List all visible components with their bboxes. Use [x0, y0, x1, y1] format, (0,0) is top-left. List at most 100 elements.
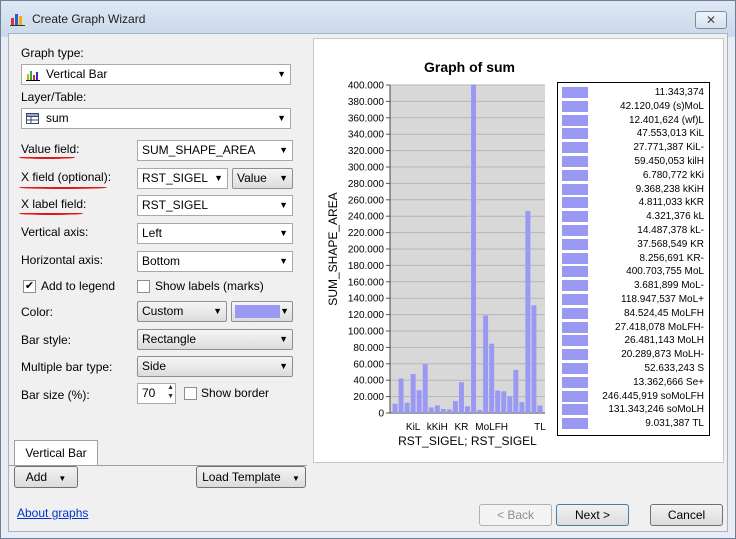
y-tick-label: 200.000	[348, 245, 385, 256]
layer-table-label: Layer/Table:	[21, 90, 87, 104]
legend-item: 27.418,078 MoLFH-	[562, 321, 704, 335]
red-underline-annotation	[19, 156, 75, 159]
vertical-axis-select[interactable]: Left ▼	[137, 223, 293, 244]
legend-label: 27.771,387 KiL-	[633, 142, 704, 154]
x-label-field-value: RST_SIGEL	[142, 198, 209, 212]
legend-item: 52.633,243 S	[562, 363, 704, 376]
layer-table-select[interactable]: sum ▼	[21, 108, 291, 129]
x-field-value: RST_SIGEL	[142, 171, 209, 185]
x-field-select[interactable]: RST_SIGEL ▼	[137, 168, 228, 189]
legend-label: 6.780,772 kKi	[642, 169, 704, 181]
load-template-label: Load Template	[202, 470, 281, 484]
show-labels-label: Show labels (marks)	[155, 279, 264, 293]
chevron-down-icon: ▼	[279, 200, 288, 210]
color-label: Color:	[21, 305, 54, 319]
x-field-mode-value: Value	[237, 171, 267, 185]
legend-swatch	[562, 156, 588, 167]
chart-bar	[452, 401, 458, 413]
graph-type-label: Graph type:	[21, 46, 84, 60]
legend-swatch	[562, 363, 588, 374]
chart-bar	[531, 305, 537, 413]
graph-type-value: Vertical Bar	[46, 67, 108, 81]
horizontal-axis-value: Bottom	[142, 254, 181, 268]
y-tick-label: 80.000	[353, 343, 384, 354]
bar-size-spinner[interactable]: 70 ▲ ▼	[137, 383, 176, 404]
legend-item: 11.343,374	[562, 87, 704, 100]
y-tick-label: 160.000	[348, 277, 385, 288]
x-field-mode-select[interactable]: Value ▼	[232, 168, 293, 189]
show-labels-checkbox[interactable]	[137, 280, 150, 293]
wizard-window: Create Graph Wizard ✕ Graph type: Vertic…	[0, 0, 736, 539]
legend-label: 8.256,691 KR-	[639, 252, 705, 264]
back-button[interactable]: < Back	[479, 504, 552, 526]
chart-bar	[398, 378, 404, 413]
graph-type-select[interactable]: Vertical Bar ▼	[21, 64, 291, 85]
chart-bar	[471, 84, 477, 413]
legend-item: 20.289,873 MoLH-	[562, 349, 704, 362]
color-select[interactable]: Custom ▼	[137, 301, 227, 322]
title-bar[interactable]: Create Graph Wizard ✕	[1, 1, 735, 37]
legend-swatch	[562, 114, 588, 126]
color-swatch-picker[interactable]: ▼	[231, 301, 293, 322]
legend-swatch	[562, 100, 588, 112]
legend-label: 11.343,374	[654, 87, 704, 98]
chart-bar	[465, 406, 470, 413]
multiple-bar-type-select[interactable]: Side ▼	[137, 356, 293, 377]
y-axis-title: SUM_SHAPE_AREA	[326, 192, 340, 305]
legend-item: 27.771,387 KiL-	[562, 142, 704, 155]
legend-swatch	[562, 197, 588, 209]
load-template-button[interactable]: Load Template ▼	[196, 466, 306, 488]
horizontal-axis-label: Horizontal axis:	[21, 253, 104, 267]
legend-swatch	[562, 321, 588, 333]
y-tick-label: 0	[378, 409, 384, 420]
add-to-legend-checkbox[interactable]: ✔	[23, 280, 36, 293]
legend-item: 400.703,755 MoL	[562, 266, 704, 279]
legend-swatch	[562, 238, 588, 250]
chart-bar	[434, 405, 440, 413]
graph-properties-panel: Graph type: Vertical Bar ▼ Layer/Table: …	[13, 38, 307, 440]
legend-item: 14.487,378 kL-	[562, 225, 704, 238]
x-axis-title: RST_SIGEL; RST_SIGEL	[398, 434, 537, 448]
legend-item: 9.031,387 TL	[562, 418, 704, 431]
chart-bar	[410, 374, 416, 413]
legend-label: 246.445,919 soMoLFH	[602, 390, 704, 402]
bar-size-value: 70	[142, 386, 156, 400]
chart-bar	[513, 369, 519, 413]
chevron-down-icon: ▼	[280, 306, 289, 316]
multiple-bar-type-label: Multiple bar type:	[21, 360, 113, 374]
horizontal-axis-select[interactable]: Bottom ▼	[137, 251, 293, 272]
close-button[interactable]: ✕	[695, 11, 727, 29]
chart-bar	[525, 210, 531, 413]
chevron-down-icon: ▼	[279, 256, 288, 266]
legend-swatch	[562, 335, 588, 347]
legend-swatch	[562, 211, 588, 223]
legend-label: 27.418,078 MoLFH-	[615, 321, 704, 333]
bar-style-select[interactable]: Rectangle ▼	[137, 329, 293, 350]
add-graph-button[interactable]: Add ▼	[14, 466, 78, 488]
x-label-field-select[interactable]: RST_SIGEL ▼	[137, 195, 293, 216]
chart-bar	[495, 390, 501, 413]
legend-item: 246.445,919 soMoLFH	[562, 390, 704, 404]
legend-label: 20.289,873 MoLH-	[621, 349, 704, 361]
y-tick-label: 280.000	[348, 179, 385, 190]
legend-swatch	[562, 307, 588, 319]
cancel-button[interactable]: Cancel	[650, 504, 723, 526]
next-button[interactable]: Next >	[556, 504, 629, 526]
y-tick-label: 360.000	[348, 113, 385, 124]
tab-vertical-bar[interactable]: Vertical Bar	[14, 440, 98, 466]
value-field-select[interactable]: SUM_SHAPE_AREA ▼	[137, 140, 293, 161]
x-tick-label: KR	[455, 422, 469, 433]
chevron-down-icon: ▼	[277, 113, 286, 123]
spinner-arrows-icon[interactable]: ▲ ▼	[167, 384, 174, 401]
chart-bar	[519, 402, 525, 413]
chart-bar	[489, 343, 495, 413]
show-border-checkbox[interactable]	[184, 387, 197, 400]
legend-swatch	[562, 142, 588, 154]
color-swatch	[235, 305, 280, 318]
chart-bar	[392, 403, 398, 413]
about-graphs-link[interactable]: About graphs	[17, 506, 88, 520]
legend-label: 47.553,013 KiL	[636, 128, 704, 140]
chevron-down-icon: ▼	[279, 361, 288, 371]
legend-swatch	[562, 252, 588, 264]
legend-swatch	[562, 418, 588, 430]
